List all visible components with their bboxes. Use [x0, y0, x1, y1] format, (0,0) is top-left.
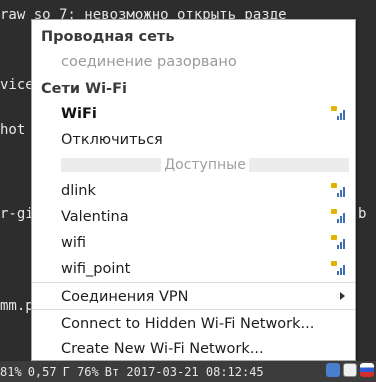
network-item[interactable]: Valentina	[32, 204, 355, 229]
create-new-network-item[interactable]: Create New Wi-Fi Network...	[32, 336, 355, 361]
network-icon[interactable]	[326, 363, 340, 377]
system-tray	[326, 363, 374, 380]
network-name: dlink	[61, 182, 96, 199]
vpn-submenu-item[interactable]: Соединения VPN	[32, 284, 355, 309]
available-title: Доступные	[164, 157, 246, 173]
chevron-right-icon	[340, 292, 345, 300]
network-name: Valentina	[61, 208, 129, 225]
vpn-label: Соединения VPN	[61, 288, 189, 305]
wifi-signal-locked-icon	[331, 183, 347, 197]
terminal-line: hot	[0, 122, 26, 138]
wired-status-label: соединение разорвано	[61, 53, 237, 70]
menu-divider	[32, 309, 355, 310]
wifi-signal-locked-icon	[331, 106, 347, 120]
terminal-line: vice	[0, 77, 34, 93]
network-item[interactable]: dlink	[32, 178, 355, 203]
disconnect-label: Отключиться	[61, 131, 163, 148]
terminal-fragment: b	[358, 206, 367, 222]
memory-usage: Г 76%	[62, 364, 99, 379]
network-item[interactable]: wifi	[32, 230, 355, 255]
menu-divider	[32, 282, 355, 283]
keyboard-layout-flag-icon[interactable]	[360, 363, 374, 377]
network-item[interactable]: wifi_point	[32, 256, 355, 281]
disconnect-item[interactable]: Отключиться	[32, 127, 355, 152]
battery-status: 81%	[0, 364, 22, 379]
connect-hidden-label: Connect to Hidden Wi-Fi Network...	[61, 315, 315, 332]
messenger-icon[interactable]	[343, 363, 357, 377]
wifi-header-label: Сети Wi-Fi	[41, 80, 127, 97]
status-bar: 81% 0,57 Г 76% Вт 2017-03-21 08:12:45	[0, 361, 376, 382]
wifi-signal-locked-icon	[331, 209, 347, 223]
network-menu: Проводная сеть соединение разорвано Сети…	[31, 19, 356, 361]
network-name: wifi	[61, 234, 87, 251]
load-average: 0,57	[27, 364, 57, 379]
wifi-section-header: Сети Wi-Fi	[32, 76, 355, 101]
network-name: WiFi	[61, 105, 97, 122]
wifi-signal-locked-icon	[331, 261, 347, 275]
current-network-item[interactable]: WiFi	[32, 101, 355, 126]
wifi-signal-locked-icon	[331, 235, 347, 249]
terminal-line: r-gi	[0, 206, 34, 222]
available-networks-separator: Доступные	[61, 156, 349, 174]
wired-section-header: Проводная сеть	[32, 24, 355, 49]
wired-status: соединение разорвано	[32, 49, 355, 74]
network-name: wifi_point	[61, 260, 131, 277]
terminal-line: mm.p	[0, 298, 34, 314]
wired-header-label: Проводная сеть	[41, 28, 175, 45]
clock: Вт 2017-03-21 08:12:45	[104, 364, 264, 379]
create-new-label: Create New Wi-Fi Network...	[61, 340, 264, 357]
connect-hidden-network-item[interactable]: Connect to Hidden Wi-Fi Network...	[32, 311, 355, 336]
